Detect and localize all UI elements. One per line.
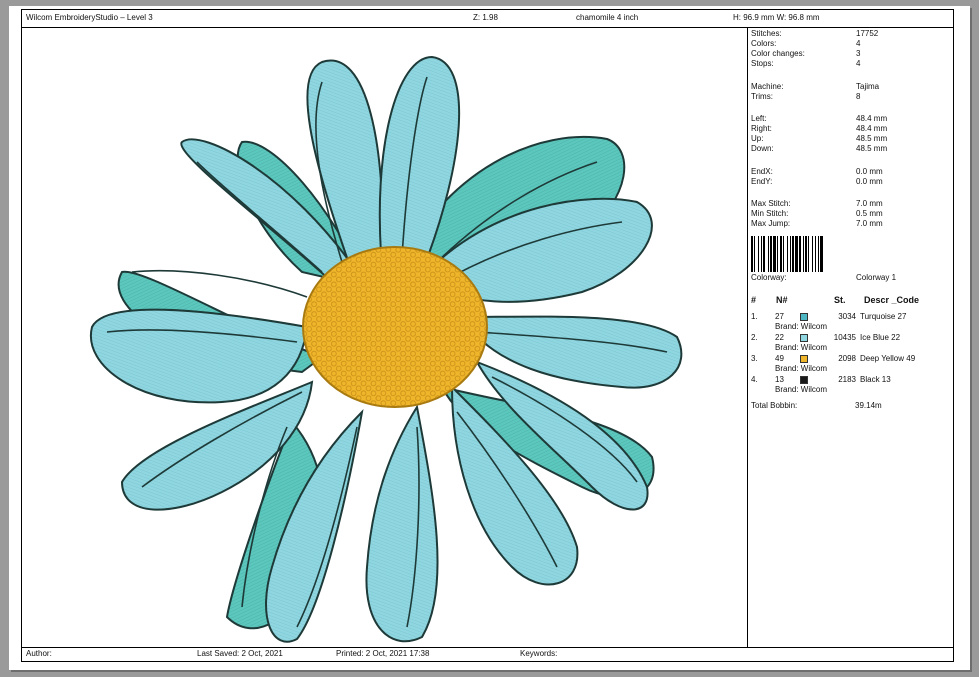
up-value: 48.5 mm: [856, 134, 888, 143]
trims-value: 8: [856, 92, 861, 101]
thread-color-swatch: [800, 376, 808, 384]
thread-number: 13: [775, 375, 784, 384]
design-name: chamomile 4 inch: [576, 13, 639, 22]
col-num-header: #: [751, 295, 757, 305]
thread-row: 1. 27 3034 Turquoise 27 Brand: Wilcom: [748, 312, 948, 331]
author-field: Author:: [26, 649, 52, 658]
thread-color-swatch: [800, 334, 808, 342]
keywords-field: Keywords:: [520, 649, 558, 658]
endy-label: EndY:: [751, 177, 773, 186]
thread-color-swatch: [800, 313, 808, 321]
down-value: 48.5 mm: [856, 144, 888, 153]
right-label: Right:: [751, 124, 772, 133]
machine-label: Machine:: [751, 82, 784, 91]
stitches-label: Stitches:: [751, 29, 782, 38]
color-changes-value: 3: [856, 49, 861, 58]
thread-brand: Brand: Wilcom: [775, 322, 828, 331]
total-bobbin-value: 39.14m: [855, 401, 882, 410]
col-descr-header: Descr _Code: [864, 295, 920, 305]
max-jump-label: Max Jump:: [751, 219, 791, 228]
right-value: 48.4 mm: [856, 124, 888, 133]
endx-value: 0.0 mm: [856, 167, 883, 176]
endx-label: EndX:: [751, 167, 773, 176]
report-frame: Wilcom EmbroideryStudio – Level 3 Z: 1.9…: [21, 9, 954, 662]
thread-stitches: 2098: [838, 354, 856, 363]
thread-row: 2. 22 10435 Ice Blue 22 Brand: Wilcom: [748, 333, 948, 352]
colorway-value: Colorway 1: [856, 273, 897, 282]
min-stitch-label: Min Stitch:: [751, 209, 789, 218]
min-stitch-value: 0.5 mm: [856, 209, 883, 218]
thread-index: 1.: [751, 312, 758, 321]
thread-row: 4. 13 2183 Black 13 Brand: Wilcom: [748, 375, 948, 394]
color-changes-label: Color changes:: [751, 49, 805, 58]
thread-row: 3. 49 2098 Deep Yellow 49 Brand: Wilcom: [748, 354, 948, 373]
up-label: Up:: [751, 134, 764, 143]
thread-index: 2.: [751, 333, 758, 342]
total-bobbin-label: Total Bobbin:: [751, 401, 798, 410]
col-n-header: N#: [776, 295, 788, 305]
max-jump-value: 7.0 mm: [856, 219, 883, 228]
report-header: Wilcom EmbroideryStudio – Level 3 Z: 1.9…: [22, 10, 953, 28]
left-label: Left:: [751, 114, 767, 123]
thread-description: Ice Blue 22: [860, 333, 901, 342]
thread-number: 27: [775, 312, 784, 321]
thread-brand: Brand: Wilcom: [775, 364, 828, 373]
thread-brand: Brand: Wilcom: [775, 385, 828, 394]
stitches-value: 17752: [856, 29, 879, 38]
max-stitch-label: Max Stitch:: [751, 199, 791, 208]
thread-number: 22: [775, 333, 784, 342]
machine-value: Tajima: [856, 82, 880, 91]
barcode-image: [751, 236, 823, 272]
thread-index: 4.: [751, 375, 758, 384]
stops-value: 4: [856, 59, 861, 68]
stops-label: Stops:: [751, 59, 774, 68]
printed-field: Printed: 2 Oct, 2021 17:38: [336, 649, 430, 658]
design-preview: [22, 27, 746, 649]
print-preview-sheet: Wilcom EmbroideryStudio – Level 3 Z: 1.9…: [9, 6, 970, 670]
down-label: Down:: [751, 144, 774, 153]
thread-description: Turquoise 27: [860, 312, 907, 321]
app-title: Wilcom EmbroideryStudio – Level 3: [26, 13, 153, 22]
thread-description: Black 13: [860, 375, 891, 384]
colorway-label: Colorway:: [751, 273, 787, 282]
design-dimensions: H: 96.9 mm W: 96.8 mm: [733, 13, 820, 22]
thread-stitches: 2183: [838, 375, 856, 384]
endy-value: 0.0 mm: [856, 177, 883, 186]
thread-index: 3.: [751, 354, 758, 363]
col-st-header: St.: [834, 295, 846, 305]
colors-label: Colors:: [751, 39, 777, 48]
report-footer: Author: Last Saved: 2 Oct, 2021 Printed:…: [22, 647, 953, 661]
design-info-panel: Stitches: 17752 Colors: 4 Color changes:…: [748, 27, 953, 648]
chamomile-embroidery-image: [89, 55, 683, 643]
thread-stitches: 3034: [838, 312, 856, 321]
trims-label: Trims:: [751, 92, 773, 101]
thread-stitches: 10435: [833, 333, 856, 342]
left-value: 48.4 mm: [856, 114, 888, 123]
colors-value: 4: [856, 39, 861, 48]
zoom-readout: Z: 1.98: [473, 13, 498, 22]
thread-color-swatch: [800, 355, 808, 363]
max-stitch-value: 7.0 mm: [856, 199, 883, 208]
thread-number: 49: [775, 354, 784, 363]
thread-brand: Brand: Wilcom: [775, 343, 828, 352]
last-saved-field: Last Saved: 2 Oct, 2021: [197, 649, 283, 658]
thread-description: Deep Yellow 49: [860, 354, 916, 363]
